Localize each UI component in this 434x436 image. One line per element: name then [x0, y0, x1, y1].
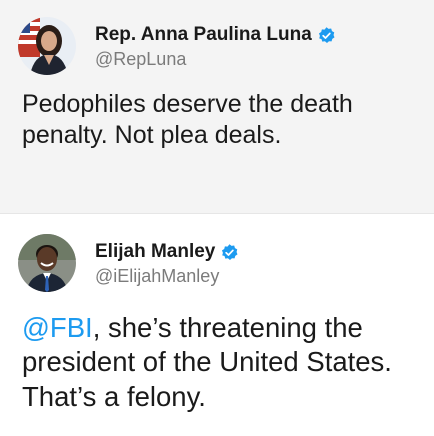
verified-badge-icon — [317, 26, 336, 45]
tweet-text: Pedophiles deserve the death penalty. No… — [22, 90, 353, 149]
display-name[interactable]: Elijah Manley — [95, 241, 215, 263]
verified-badge-icon — [220, 243, 239, 262]
avatar[interactable] — [18, 234, 76, 292]
mention-link[interactable]: @FBI — [22, 312, 93, 343]
display-name[interactable]: Rep. Anna Paulina Luna — [95, 24, 312, 46]
author-name-row: Rep. Anna Paulina Luna — [95, 24, 336, 46]
tweet-screenshot: Rep. Anna Paulina Luna @RepLuna Pedophil… — [0, 0, 434, 436]
avatar[interactable] — [18, 17, 76, 75]
tweet-card-1: Rep. Anna Paulina Luna @RepLuna Pedophil… — [0, 0, 434, 213]
author-name-row: Elijah Manley — [95, 241, 239, 263]
tweet-text: @FBI, she’s threatening the president of… — [22, 311, 427, 414]
handle[interactable]: @iElijahManley — [95, 266, 219, 287]
handle[interactable]: @RepLuna — [95, 49, 186, 70]
